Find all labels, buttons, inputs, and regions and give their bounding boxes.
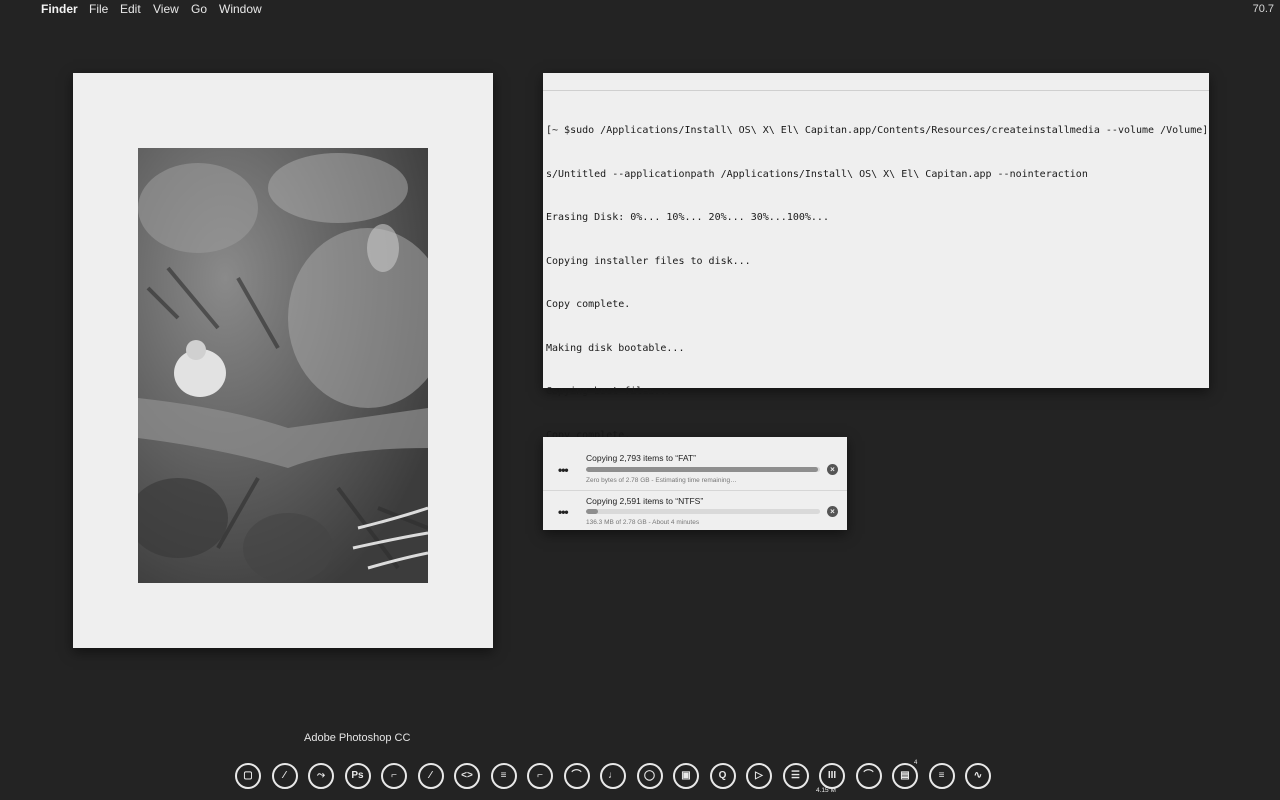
dock-icon-2-icon[interactable]: ∕: [271, 763, 298, 789]
menu-bar: Finder File Edit View Go Window 70.7: [0, 0, 1280, 17]
cancel-copy-button[interactable]: ×: [827, 464, 838, 475]
progress-bar: [586, 467, 820, 472]
dock-icon-9-icon[interactable]: ⌐: [527, 763, 553, 789]
dock-icon-photoshop-icon[interactable]: Ps: [344, 763, 371, 789]
dock-icon-19-badge: 4: [914, 760, 918, 766]
dock-icon-18-icon[interactable]: ⌒: [855, 763, 882, 789]
copy-title: Copying 2,591 items to “NTFS”: [586, 496, 704, 506]
terminal-line: Copy complete.: [546, 299, 631, 310]
copy-status: 136.3 MB of 2.78 GB - About 4 minutes: [586, 519, 700, 526]
terminal-line: s/Untitled --applicationpath /Applicatio…: [546, 168, 1088, 180]
progress-bar: [586, 509, 820, 514]
photo-window[interactable]: [73, 73, 493, 648]
dock-icon-15-icon[interactable]: ▷: [746, 763, 772, 789]
progress-fill: [586, 467, 818, 472]
menu-edit[interactable]: Edit: [120, 1, 141, 17]
menu-go[interactable]: Go: [191, 1, 207, 17]
copy-progress-dialog: ••• Copying 2,793 items to “FAT” Zero by…: [543, 437, 847, 530]
file-icon: •••: [558, 463, 569, 477]
dock-icon-16-icon[interactable]: ☰: [782, 763, 809, 789]
dock-icon-14-icon[interactable]: Q: [709, 763, 736, 789]
dock-icon-5-icon[interactable]: ⌐: [381, 763, 407, 789]
dock-icon-8-icon[interactable]: ≡: [490, 763, 517, 789]
menu-view[interactable]: View: [153, 1, 179, 17]
cancel-copy-button[interactable]: ×: [827, 506, 838, 517]
dock-icon-11-icon[interactable]: ♩: [600, 763, 626, 789]
dock-icon-7-icon[interactable]: <>: [454, 763, 480, 789]
copy-item: ••• Copying 2,793 items to “FAT” Zero by…: [543, 449, 847, 490]
copy-status: Zero bytes of 2.78 GB - Estimating time …: [586, 477, 737, 484]
copy-item: ••• Copying 2,591 items to “NTFS” 136.3 …: [543, 490, 847, 531]
dock-icon-17-icon[interactable]: III: [819, 763, 845, 789]
dock-icon-10-icon[interactable]: ⌒: [563, 763, 590, 789]
terminal-line: Copying installer files to disk...: [546, 255, 751, 267]
status-readout: 70.7: [1252, 3, 1274, 15]
menu-file[interactable]: File: [89, 1, 108, 17]
progress-fill: [586, 509, 598, 514]
terminal-line: [~ $sudo /Applications/Install\ OS\ X\ E…: [546, 125, 1209, 136]
terminal-line: Erasing Disk: 0%... 10%... 20%... 30%...…: [546, 212, 829, 223]
dock-icon-3-icon[interactable]: ⤳: [308, 763, 334, 789]
terminal-titlebar[interactable]: [543, 73, 1209, 91]
file-icon: •••: [558, 505, 569, 519]
dock-icon-20-icon[interactable]: ≡: [928, 763, 955, 789]
dock-icon-12-icon[interactable]: ◯: [636, 763, 663, 789]
menu-window[interactable]: Window: [219, 1, 262, 17]
terminal-line: Making disk bootable...: [546, 342, 685, 354]
dock-icon-6-icon[interactable]: ∕: [417, 763, 444, 789]
dock-icon-1-icon[interactable]: ▢: [235, 763, 261, 789]
dock-icon-19-icon[interactable]: ▤: [892, 763, 918, 789]
dock-icon-13-icon[interactable]: ▣: [673, 763, 699, 789]
dock-tooltip: Adobe Photoshop CC: [304, 732, 411, 744]
copy-title: Copying 2,793 items to “FAT”: [586, 453, 696, 463]
dock-icon-21-icon[interactable]: ∿: [965, 763, 991, 789]
dock-icon-17-label: 4.15 M: [816, 787, 836, 794]
terminal-line: Copying boot files...: [546, 386, 673, 397]
menu-app-name[interactable]: Finder: [41, 1, 78, 17]
photo-image: [138, 148, 428, 583]
terminal-window[interactable]: [~ $sudo /Applications/Install\ OS\ X\ E…: [543, 73, 1209, 529]
